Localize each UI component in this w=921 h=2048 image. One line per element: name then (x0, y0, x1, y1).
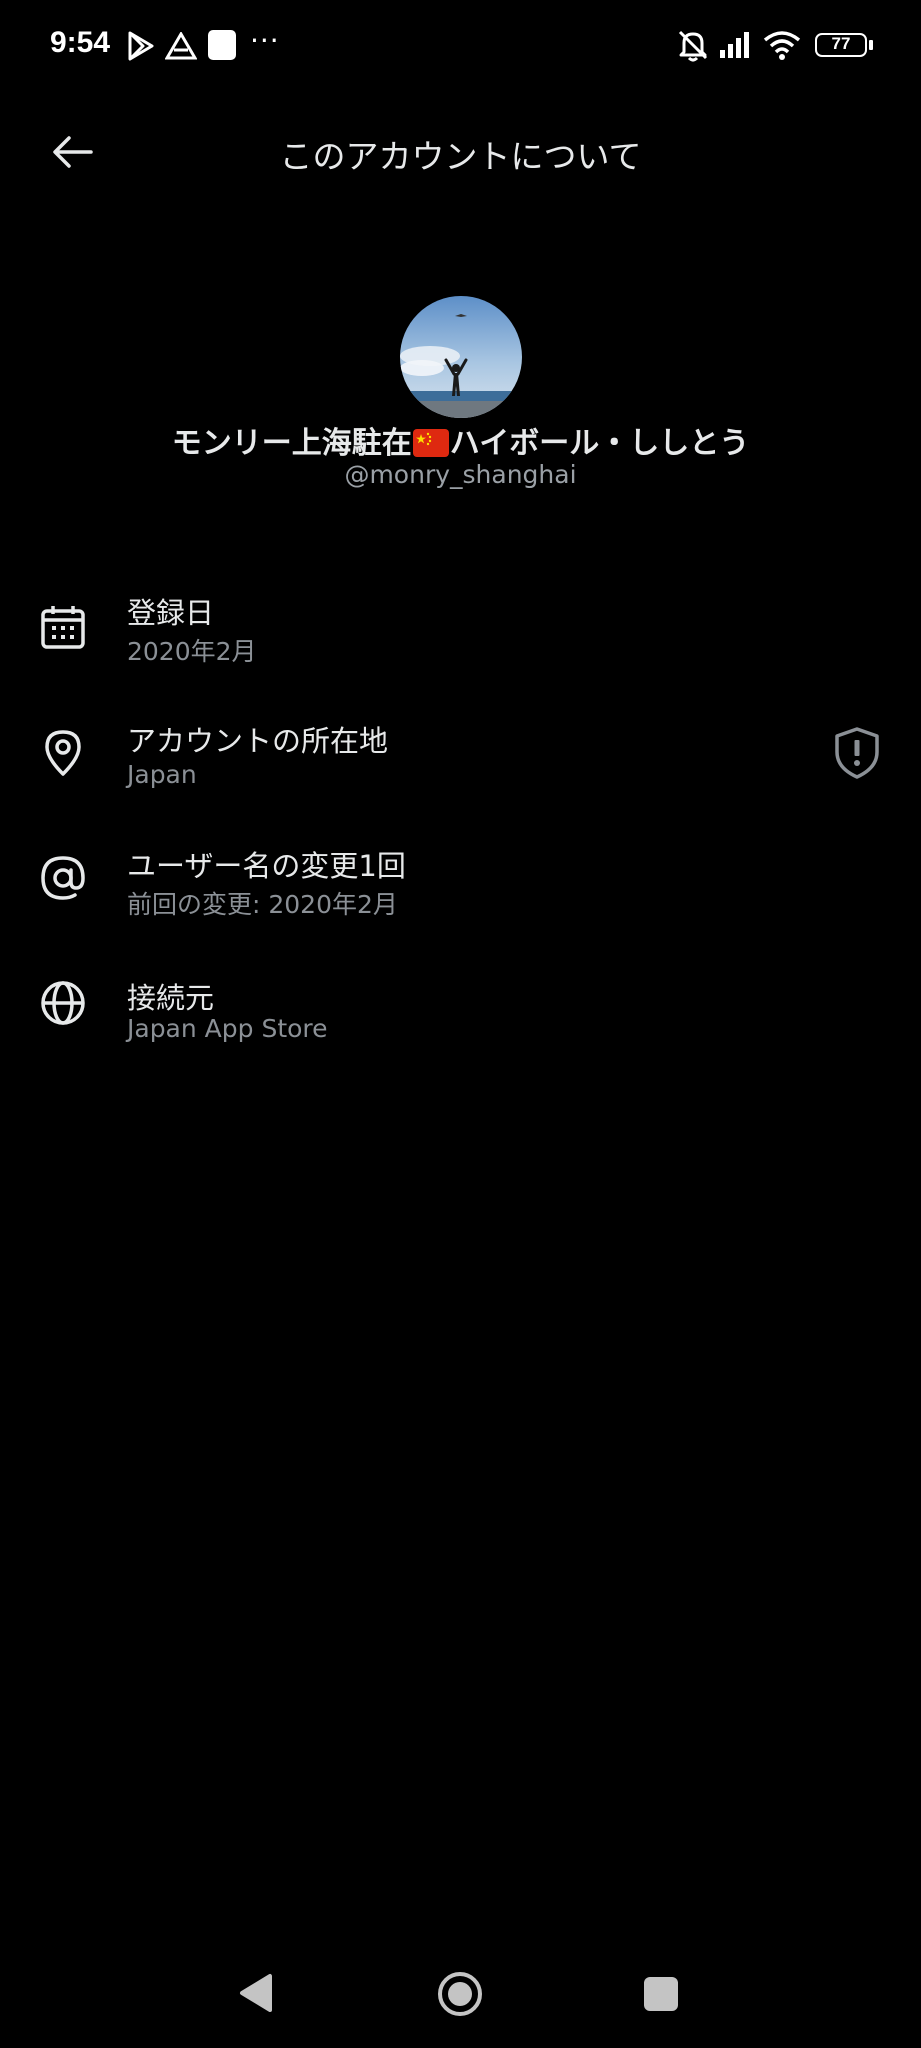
display-name: モンリー上海駐在 ハイボール・ししとう (0, 418, 921, 462)
battery-cap (869, 40, 873, 50)
username-changes-title: ユーザー名の変更1回 (127, 849, 406, 883)
china-flag-emoji (412, 429, 449, 457)
globe-icon (41, 981, 85, 1025)
info-row-location: アカウントの所在地 Japan (0, 710, 921, 820)
info-row-username-changes: ユーザー名の変更1回 前回の変更: 2020年2月 (0, 835, 921, 945)
joined-title: 登録日 (127, 596, 215, 630)
shield-alert-icon[interactable] (832, 726, 882, 780)
status-bar: 9:54 ··· 77 (0, 0, 921, 92)
calendar-icon (41, 606, 85, 649)
display-name-part1: モンリー上海駐在 (171, 426, 412, 461)
status-time: 9:54 (50, 26, 111, 59)
nav-back-icon[interactable] (238, 1972, 274, 2014)
drive-icon (165, 32, 197, 60)
at-sign-icon (41, 856, 85, 900)
nav-home-icon[interactable] (436, 1970, 484, 2018)
connected-via-value: Japan App Store (127, 1014, 328, 1043)
location-value: Japan (127, 760, 197, 789)
info-row-joined: 登録日 2020年2月 (0, 580, 921, 690)
location-pin-icon (45, 730, 81, 776)
info-row-connected-via: 接続元 Japan App Store (0, 965, 921, 1075)
username-handle: @monry_shanghai (344, 460, 577, 489)
display-name-part2: ハイボール・ししとう (449, 426, 750, 461)
play-store-icon (128, 31, 154, 61)
wifi-icon (763, 31, 801, 60)
app-icon (208, 30, 236, 60)
avatar[interactable] (400, 296, 522, 418)
location-title: アカウントの所在地 (127, 724, 389, 758)
connected-via-title: 接続元 (127, 981, 215, 1015)
more-notifications: ··· (250, 24, 280, 57)
system-nav-bar (0, 1940, 921, 2048)
signal-icon (720, 32, 749, 58)
page-title: このアカウントについて (279, 137, 642, 176)
nav-recents-icon[interactable] (644, 1977, 678, 2011)
username-changes-value: 前回の変更: 2020年2月 (127, 890, 398, 919)
joined-value: 2020年2月 (127, 637, 257, 666)
avatar-image (400, 296, 522, 418)
battery-level: 77 (831, 34, 851, 53)
silent-bell-icon (678, 30, 708, 62)
